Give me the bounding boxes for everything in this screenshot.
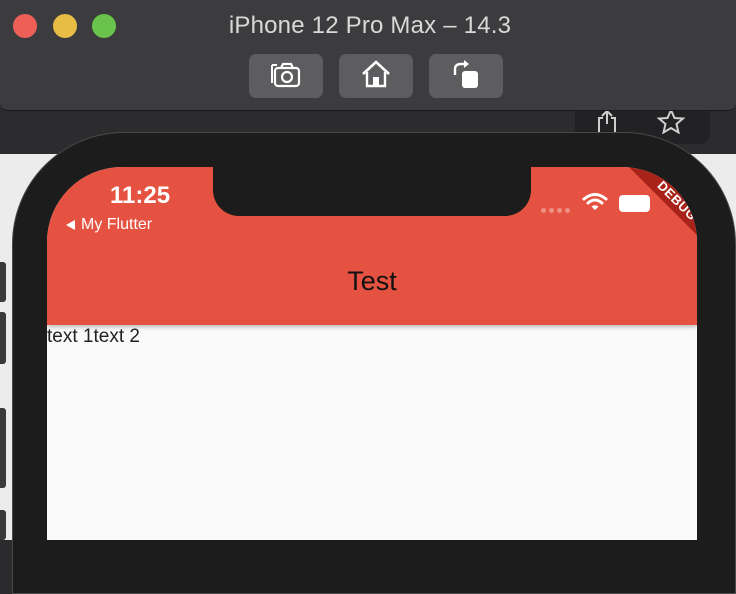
window-title: iPhone 12 Pro Max – 14.3 [228,12,512,39]
background-side-tab [0,510,6,540]
home-button[interactable] [339,54,413,98]
rotate-icon [449,59,483,94]
phone-notch [213,167,531,216]
phone-screen: 11:25 My Flutter DEBUG Test text 1text 2 [47,167,697,540]
simulator-titlebar: iPhone 12 Pro Max – 14.3 [0,0,736,111]
screenshot-icon [269,59,303,94]
rotate-button[interactable] [429,54,503,98]
bookmark-star-icon[interactable] [656,107,686,139]
background-side-tab [0,408,6,488]
background-side-tab [0,312,6,364]
wifi-icon [582,192,608,217]
battery-icon [619,195,650,212]
status-time: 11:25 [110,182,171,209]
text-item-1: text 1 [47,326,94,347]
text-item-2: text 2 [93,326,140,347]
cellular-signal-icon [541,208,570,213]
home-icon [359,59,393,94]
back-app-label: My Flutter [81,216,153,233]
background-side-tab [0,262,6,302]
back-triangle-icon [66,220,75,230]
screenshot-button[interactable] [249,54,323,98]
back-to-app-link[interactable]: My Flutter [66,216,152,234]
app-bar-title: Test [347,266,397,296]
text-row: text 1text 2 [47,326,140,348]
